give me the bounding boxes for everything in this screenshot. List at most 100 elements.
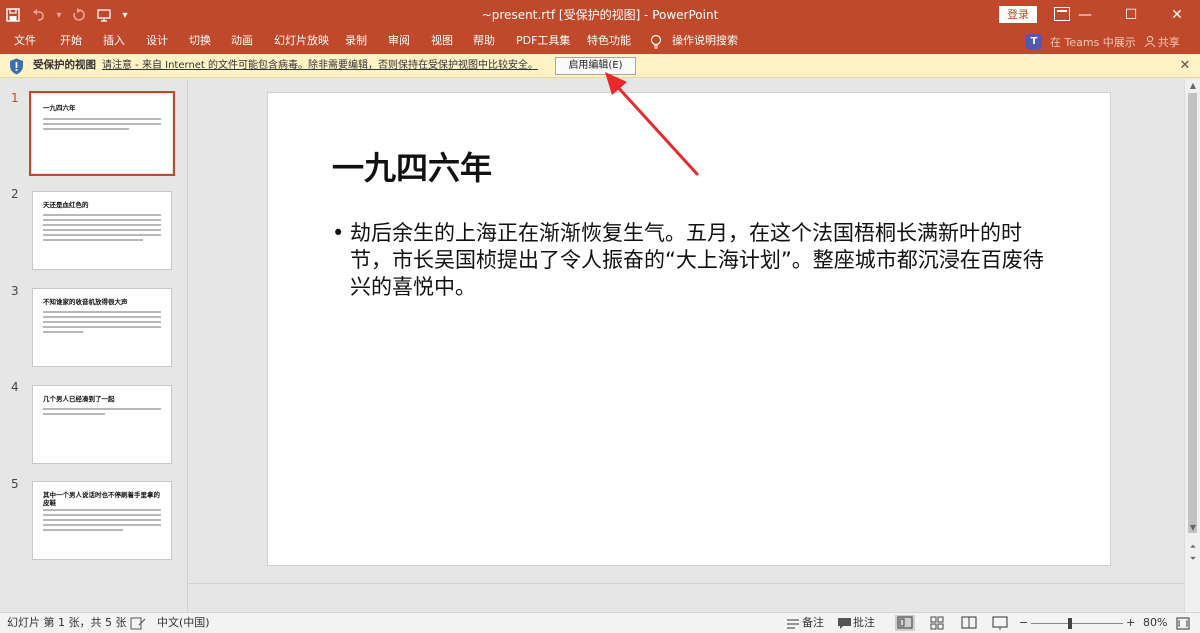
thumbnail-text-line (43, 408, 161, 410)
thumbnail-text-line (43, 529, 123, 531)
slide-thumbnail-4[interactable]: 几个男人已经凑到了一起 (32, 385, 172, 464)
window-controls: — ☐ ✕ (1062, 0, 1200, 30)
quick-access-toolbar: ▾ ▾ (0, 0, 132, 30)
zoom-level[interactable]: 80% (1143, 613, 1167, 633)
protected-view-bar: 受保护的视图 请注意 - 来自 Internet 的文件可能包含病毒。除非需要编… (0, 54, 1200, 78)
tab-animations[interactable]: 动画 (231, 30, 253, 54)
zoom-slider-thumb[interactable] (1068, 618, 1072, 629)
thumbnail-number: 2 (11, 187, 19, 201)
thumbnail-text-line (43, 311, 161, 313)
login-button[interactable]: 登录 (999, 6, 1037, 23)
thumbnail-text-line (43, 219, 161, 221)
customize-qat-icon[interactable]: ▾ (118, 0, 132, 30)
tab-file[interactable]: 文件 (14, 30, 36, 54)
slide-sorter-view-icon[interactable] (927, 615, 947, 631)
title-bar: ▾ ▾ ~present.rtf [受保护的视图] - PowerPoint 登… (0, 0, 1200, 30)
thumbnail-text-line (43, 229, 161, 231)
next-slide-icon[interactable]: ⏷ (1188, 554, 1198, 564)
fit-to-window-icon[interactable] (1175, 617, 1191, 630)
tab-home[interactable]: 开始 (60, 30, 82, 54)
share-person-icon[interactable] (1144, 35, 1156, 50)
tab-pdf-tools[interactable]: PDF工具集 (516, 30, 570, 54)
thumbnail-text-line (43, 331, 83, 333)
notes-button[interactable]: 备注 (802, 613, 824, 633)
tab-record[interactable]: 录制 (345, 30, 367, 54)
share-button[interactable]: 共享 (1158, 34, 1180, 50)
thumbnail-text-line (43, 224, 161, 226)
thumbnail-text-line (43, 214, 161, 216)
scroll-up-icon[interactable]: ▲ (1188, 81, 1198, 91)
thumbnail-number: 3 (11, 284, 19, 298)
present-in-teams[interactable]: 在 Teams 中展示 (1050, 34, 1136, 50)
notes-pane-divider (189, 583, 1200, 612)
tab-featured[interactable]: 特色功能 (587, 30, 631, 54)
tell-me-search[interactable]: 操作说明搜索 (672, 30, 738, 54)
thumbnail-text-line (43, 326, 161, 328)
zoom-in-button[interactable]: + (1126, 613, 1135, 633)
accessibility-check-icon[interactable] (130, 617, 146, 630)
thumbnail-text-line (43, 239, 143, 241)
tab-slideshow[interactable]: 幻灯片放映 (274, 30, 329, 54)
thumbnail-text-line (43, 316, 161, 318)
close-icon[interactable]: ✕ (1154, 0, 1200, 30)
slide-thumbnail-5[interactable]: 其中一个男人说话时也不停刷着手里拿的皮鞋 (32, 481, 172, 560)
tab-insert[interactable]: 插入 (103, 30, 125, 54)
zoom-slider[interactable] (1031, 623, 1123, 624)
minimize-icon[interactable]: — (1062, 0, 1108, 30)
normal-view-icon[interactable] (895, 615, 915, 631)
thumbnail-text-line (43, 123, 161, 125)
shield-icon (10, 58, 23, 75)
tab-transitions[interactable]: 切换 (189, 30, 211, 54)
current-slide[interactable]: 一九四六年 • 劫后余生的上海正在渐渐恢复生气。五月，在这个法国梧桐长满新叶的时… (267, 92, 1111, 566)
comments-button[interactable]: 批注 (853, 613, 875, 633)
tab-view[interactable]: 视图 (431, 30, 453, 54)
slide-body[interactable]: • 劫后余生的上海正在渐渐恢复生气。五月，在这个法国梧桐长满新叶的时节，市长吴国… (332, 220, 1052, 301)
thumbnail-text-line (43, 509, 161, 511)
thumbnail-text-line (43, 234, 161, 236)
teams-share-area: T 在 Teams 中展示 共享 (1026, 33, 1180, 51)
previous-slide-icon[interactable]: ⏶ (1188, 542, 1198, 552)
status-bar: 幻灯片 第 1 张，共 5 张 中文(中国) 备注 批注 − + 80% (0, 612, 1200, 633)
teams-icon[interactable]: T (1026, 34, 1042, 50)
vertical-scrollbar[interactable]: ▲ ▼ ⏶ ⏷ (1184, 79, 1200, 612)
thumbnail-number: 5 (11, 477, 19, 491)
thumbnail-title: 其中一个男人说话时也不停刷着手里拿的皮鞋 (43, 491, 160, 507)
maximize-icon[interactable]: ☐ (1108, 0, 1154, 30)
enable-editing-button[interactable]: 启用编辑(E) (555, 57, 636, 75)
scroll-down-icon[interactable]: ▼ (1188, 523, 1198, 533)
thumbnail-title: 一九四六年 (43, 104, 76, 112)
slideshow-view-icon[interactable] (990, 615, 1010, 631)
slide-thumbnail-2[interactable]: 天还是血红色的 (32, 191, 172, 270)
slide-editing-area: 一九四六年 • 劫后余生的上海正在渐渐恢复生气。五月，在这个法国梧桐长满新叶的时… (189, 79, 1184, 583)
undo-dropdown-icon[interactable]: ▾ (52, 0, 66, 30)
tab-design[interactable]: 设计 (146, 30, 168, 54)
slide-thumbnail-3[interactable]: 不知谁家的收音机放得很大声 (32, 288, 172, 367)
scrollbar-thumb[interactable] (1188, 93, 1197, 533)
thumbnail-text-line (43, 524, 161, 526)
slideshow-start-icon[interactable] (92, 0, 118, 30)
zoom-out-button[interactable]: − (1019, 613, 1028, 633)
redo-icon[interactable] (66, 0, 92, 30)
protected-view-title: 受保护的视图 (33, 59, 96, 71)
thumbnail-text-line (43, 118, 161, 120)
undo-icon[interactable] (26, 0, 52, 30)
language-indicator[interactable]: 中文(中国) (157, 613, 210, 633)
tab-review[interactable]: 审阅 (388, 30, 410, 54)
slide-thumbnail-1[interactable]: 一九四六年 (29, 91, 175, 176)
comments-icon[interactable] (837, 617, 853, 630)
reading-view-icon[interactable] (959, 615, 979, 631)
thumbnail-number: 4 (11, 380, 19, 394)
notes-icon[interactable] (785, 617, 801, 630)
thumbnail-number: 1 (11, 91, 19, 105)
thumbnail-text-line (43, 321, 161, 323)
bullet-marker: • (332, 221, 345, 245)
protected-view-message: 请注意 - 来自 Internet 的文件可能包含病毒。除非需要编辑，否则保持在… (102, 60, 539, 71)
thumbnail-text-line (43, 128, 129, 130)
thumbnail-title: 不知谁家的收音机放得很大声 (43, 298, 128, 306)
close-icon[interactable]: ✕ (1177, 57, 1193, 75)
slide-title[interactable]: 一九四六年 (332, 143, 492, 189)
tab-help[interactable]: 帮助 (473, 30, 495, 54)
save-icon[interactable] (0, 0, 26, 30)
slide-body-text[interactable]: 劫后余生的上海正在渐渐恢复生气。五月，在这个法国梧桐长满新叶的时节，市长吴国桢提… (350, 220, 1052, 301)
thumbnail-title: 天还是血红色的 (43, 201, 89, 209)
